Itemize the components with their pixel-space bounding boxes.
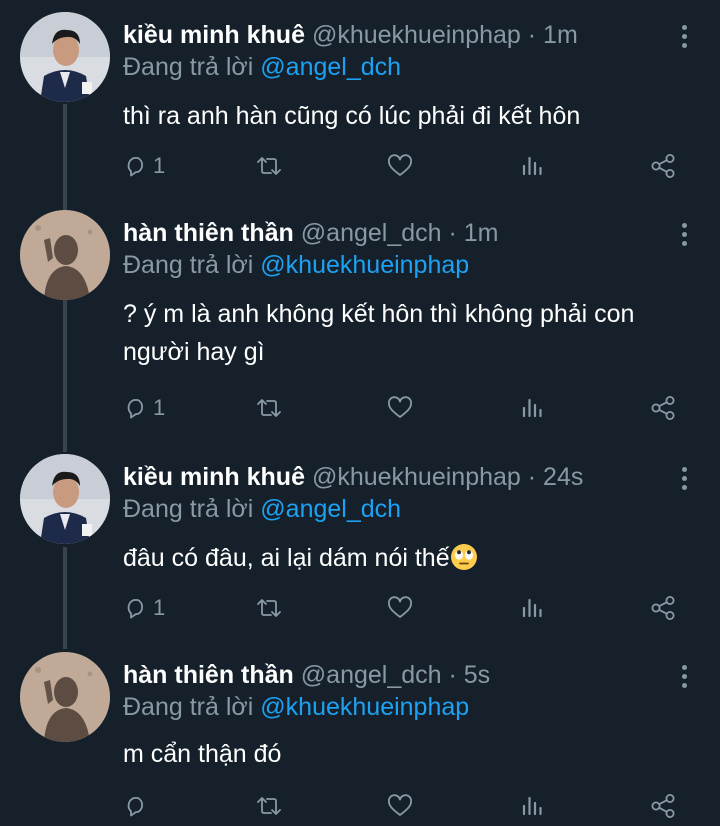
avatar[interactable] [20,652,110,742]
tweet[interactable]: kiều minh khuê @khuekhueinphap · 24s Đan… [0,442,720,642]
like-icon [388,596,412,618]
display-name[interactable]: kiều minh khuê [123,21,305,49]
timestamp[interactable]: 1m [464,219,499,247]
replying-to: Đang trả lời @khuekhueinphap [123,692,469,722]
reply-count: 1 [153,153,166,178]
reply-button[interactable]: 1 [124,148,165,184]
reply-button[interactable]: 1 [124,590,165,626]
separator-dot: · [527,21,537,49]
reply-icon [127,157,144,177]
like-button[interactable] [387,788,413,824]
avatar[interactable] [20,12,110,102]
conversation-thread: kiều minh khuê @khuekhueinphap · 1m Đang… [0,0,720,826]
reply-button[interactable]: 1 [124,390,165,426]
reply-button[interactable] [124,788,153,824]
share-button[interactable] [650,148,676,184]
eye-roll-emoji-icon [450,544,477,570]
separator-dot: · [527,463,537,491]
tweet[interactable]: hàn thiên thần @angel_dch · 5s Đang trả … [0,640,720,826]
share-icon [651,794,675,818]
more-options-icon[interactable] [676,220,692,250]
tweet-text: thì ra anh hàn cũng có lúc phải đi kết h… [123,102,581,130]
like-button[interactable] [387,390,413,426]
username[interactable]: @angel_dch [301,661,442,689]
mention-link[interactable]: @khuekhueinphap [260,251,469,279]
tweet-text-content: đâu có đâu, ai lại dám nói thế [123,544,450,572]
timestamp[interactable]: 24s [543,463,583,491]
retweet-icon [257,797,281,815]
reply-icon [127,797,144,817]
like-icon [388,396,412,418]
replying-to: Đang trả lời @khuekhueinphap [123,250,469,280]
tweet-text: m cẩn thận đó [123,740,282,768]
share-icon [651,596,675,620]
tweet-actions [0,788,720,824]
like-button[interactable] [387,148,413,184]
reply-icon [127,599,144,619]
username[interactable]: @khuekhueinphap [312,463,521,491]
share-button[interactable] [650,390,676,426]
tweet[interactable]: kiều minh khuê @khuekhueinphap · 1m Đang… [0,0,720,200]
more-options-icon[interactable] [676,464,692,494]
tweet-actions: 1 [0,390,720,426]
like-button[interactable] [387,590,413,626]
analytics-button[interactable] [520,148,544,184]
replying-to-label: Đang trả lời [123,53,254,81]
analytics-button[interactable] [520,590,544,626]
retweet-icon [257,399,281,417]
separator-dot: · [448,219,457,247]
retweet-icon [257,599,281,617]
like-icon [388,794,412,816]
retweet-button[interactable] [254,590,284,626]
avatar[interactable] [20,210,110,300]
username[interactable]: @angel_dch [301,219,442,247]
retweet-icon [257,157,281,175]
analytics-icon [522,156,542,176]
tweet-header: hàn thiên thần @angel_dch · 5s [123,660,490,690]
separator-dot: · [448,661,457,689]
tweet-text: đâu có đâu, ai lại dám nói thế [123,539,703,577]
analytics-icon [522,598,542,618]
mention-link[interactable]: @angel_dch [260,495,401,523]
tweet-text: ? ý m là anh không kết hôn thì không phả… [123,300,635,366]
mention-link[interactable]: @khuekhueinphap [260,693,469,721]
share-icon [651,154,675,178]
tweet[interactable]: hàn thiên thần @angel_dch · 1m Đang trả … [0,198,720,448]
tweet-actions: 1 [0,590,720,626]
replying-to-label: Đang trả lời [123,251,254,279]
reply-count: 1 [153,595,166,620]
display-name[interactable]: kiều minh khuê [123,463,305,491]
tweet-header: hàn thiên thần @angel_dch · 1m [123,218,499,248]
display-name[interactable]: hàn thiên thần [123,219,294,247]
share-icon [651,396,675,420]
analytics-icon [522,796,542,816]
more-options-icon[interactable] [676,22,692,52]
share-button[interactable] [650,590,676,626]
analytics-button[interactable] [520,390,544,426]
display-name[interactable]: hàn thiên thần [123,661,294,689]
replying-to-label: Đang trả lời [123,693,254,721]
analytics-button[interactable] [520,788,544,824]
like-icon [388,154,412,176]
tweet-actions: 1 [0,148,720,184]
mention-link[interactable]: @angel_dch [260,53,401,81]
retweet-button[interactable] [254,788,284,824]
username[interactable]: @khuekhueinphap [312,21,521,49]
share-button[interactable] [650,788,676,824]
reply-icon [127,399,144,419]
analytics-icon [522,398,542,418]
more-options-icon[interactable] [676,662,692,692]
replying-to: Đang trả lời @angel_dch [123,494,401,524]
avatar[interactable] [20,454,110,544]
retweet-button[interactable] [254,148,284,184]
replying-to: Đang trả lời @angel_dch [123,52,401,82]
timestamp[interactable]: 1m [543,21,578,49]
replying-to-label: Đang trả lời [123,495,254,523]
timestamp[interactable]: 5s [464,661,490,689]
reply-count: 1 [153,395,166,420]
retweet-button[interactable] [254,390,284,426]
tweet-header: kiều minh khuê @khuekhueinphap · 24s [123,462,583,492]
tweet-header: kiều minh khuê @khuekhueinphap · 1m [123,20,578,50]
